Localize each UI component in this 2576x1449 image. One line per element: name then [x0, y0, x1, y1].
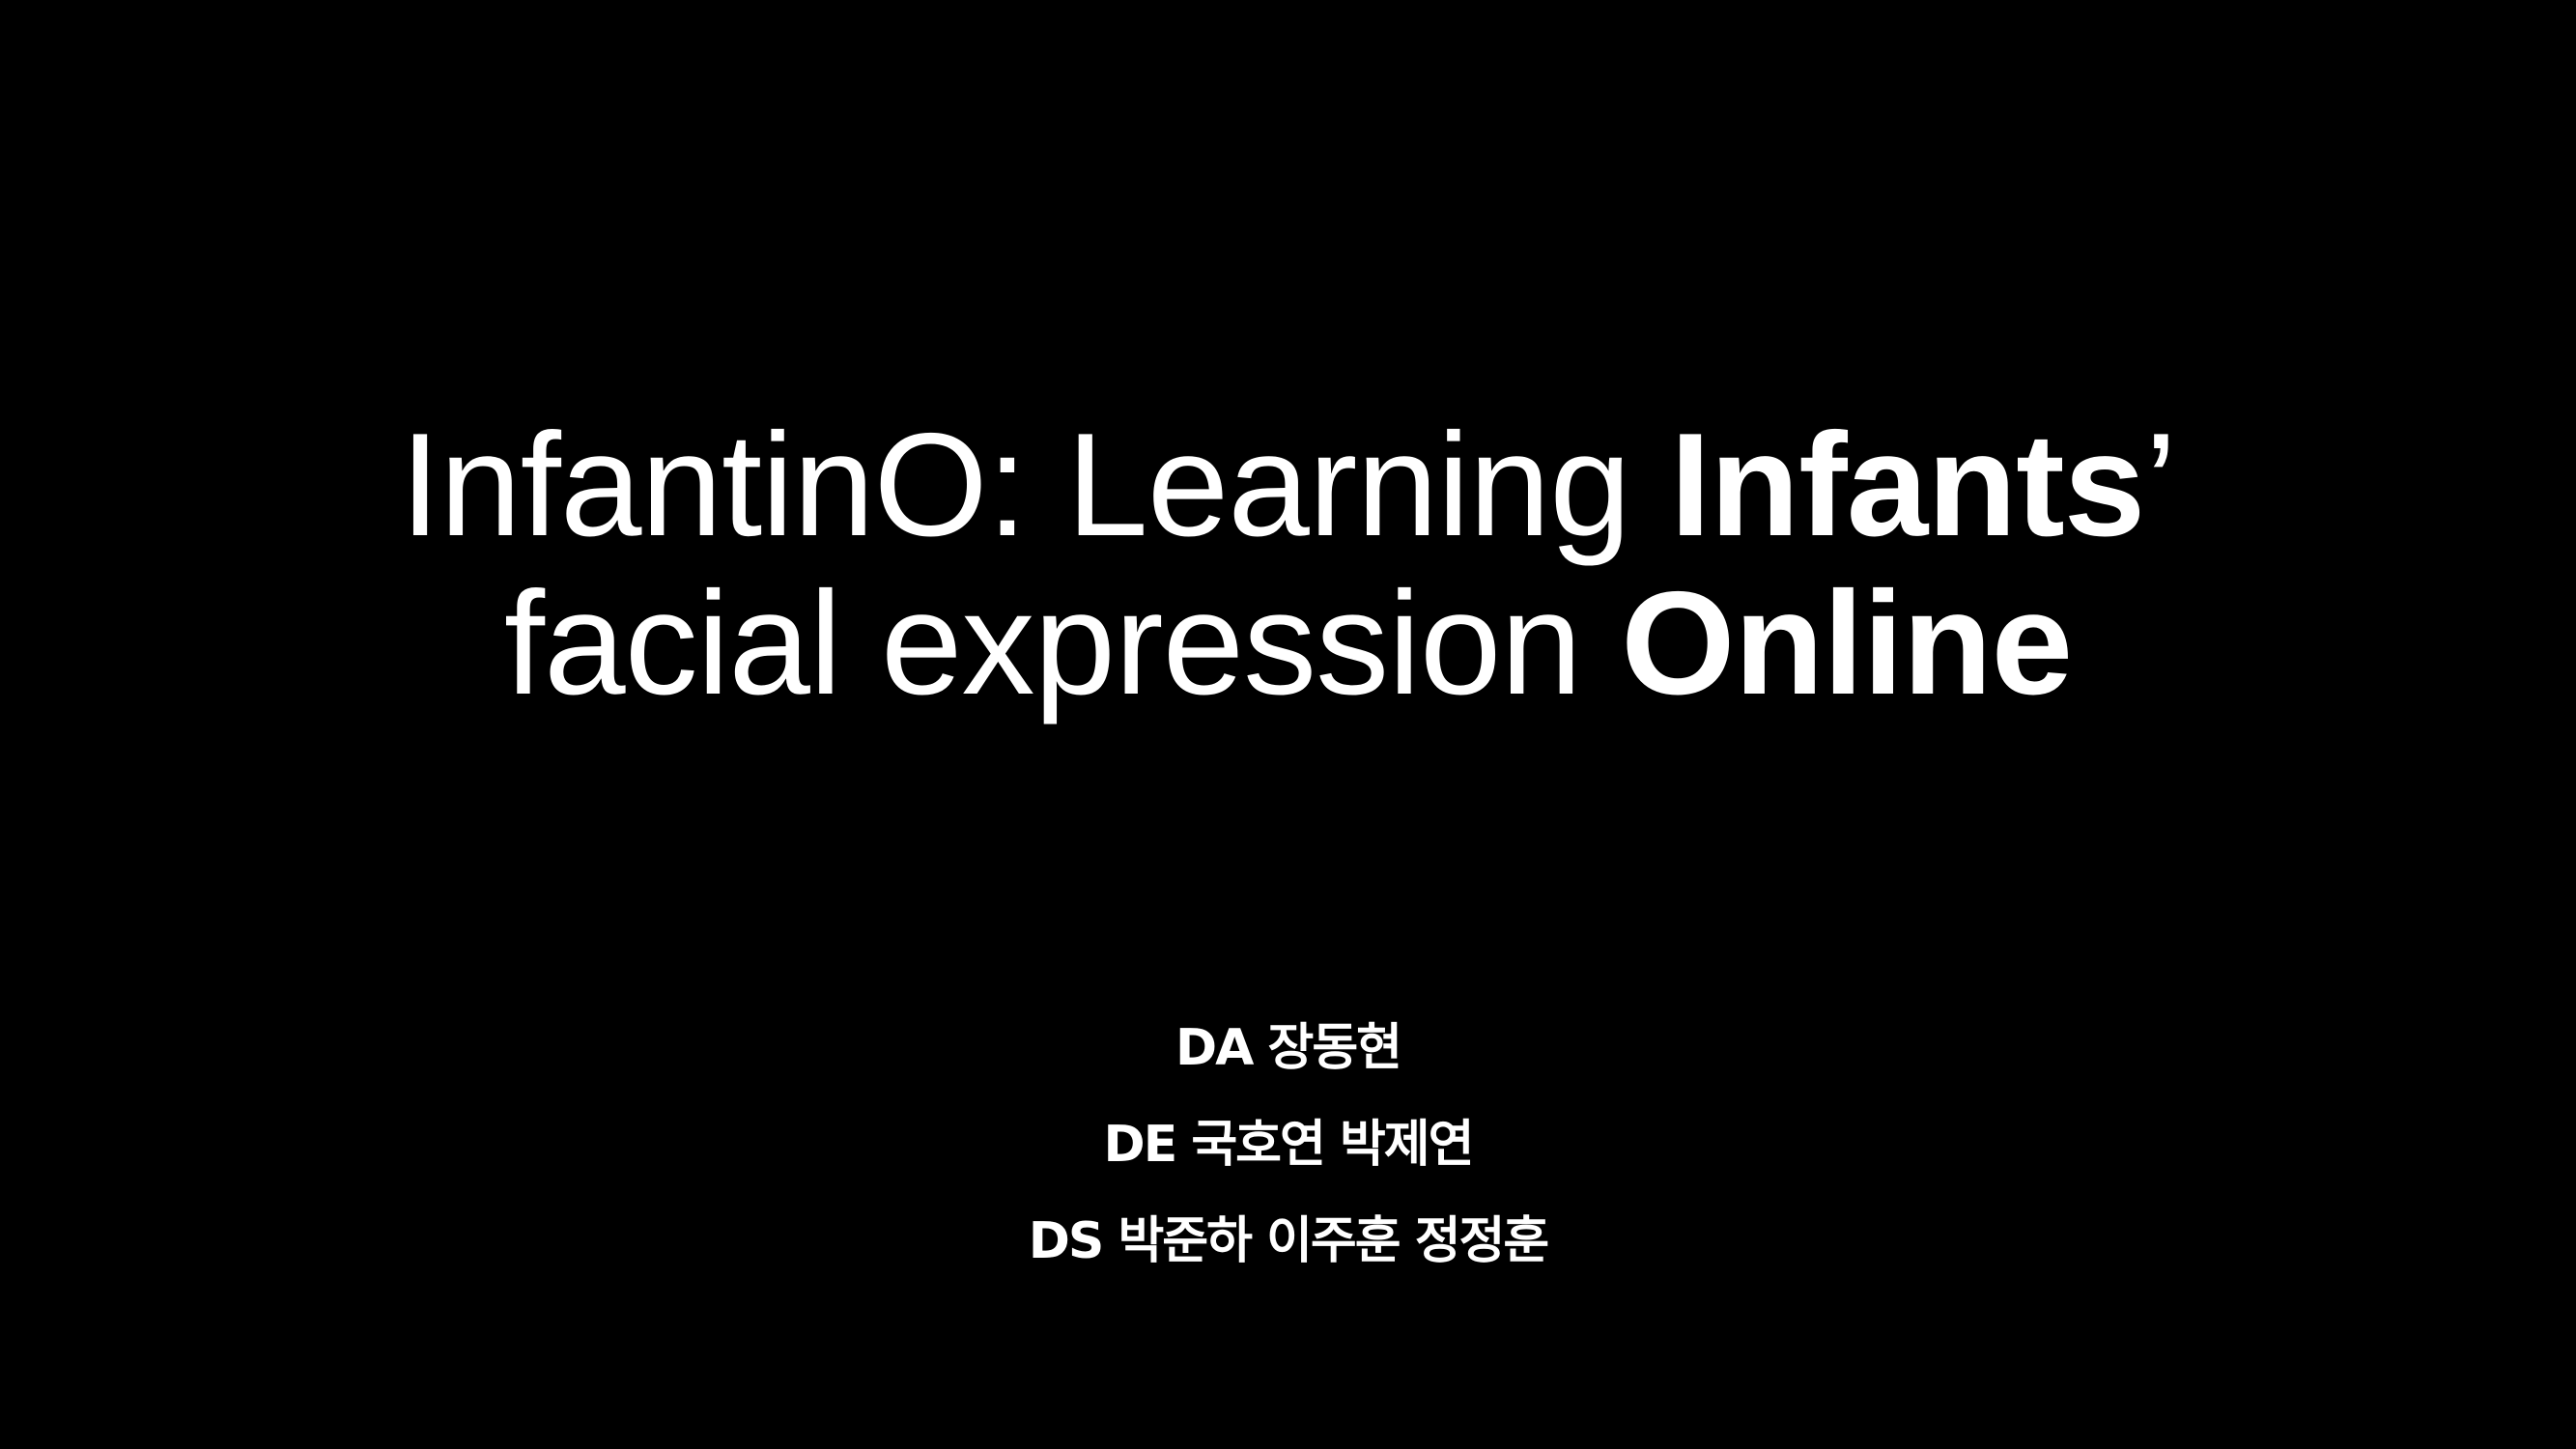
- title-line-1-tail: ’: [2144, 403, 2177, 567]
- slide-title: InfantinO: Learning Infants’ facial expr…: [0, 406, 2576, 723]
- author-line-de: DE 국호연 박제연: [1103, 1116, 1475, 1174]
- title-line-2-regular: facial expression: [503, 561, 1622, 725]
- author-line-da: DA 장동현: [1175, 1019, 1402, 1077]
- author-line-ds: DS 박준하 이주훈 정정훈: [1028, 1212, 1550, 1270]
- title-line-1-regular: InfantinO: Learning: [399, 403, 1671, 567]
- title-slide: InfantinO: Learning Infants’ facial expr…: [0, 0, 2576, 1449]
- title-line-2: facial expression Online: [0, 564, 2576, 723]
- title-line-1-bold: Infants: [1670, 403, 2145, 567]
- title-line-1: InfantinO: Learning Infants’: [0, 406, 2576, 564]
- author-list: DA 장동현 DE 국호연 박제연 DS 박준하 이주훈 정정훈: [0, 1009, 2576, 1299]
- title-line-2-bold: Online: [1621, 561, 2073, 725]
